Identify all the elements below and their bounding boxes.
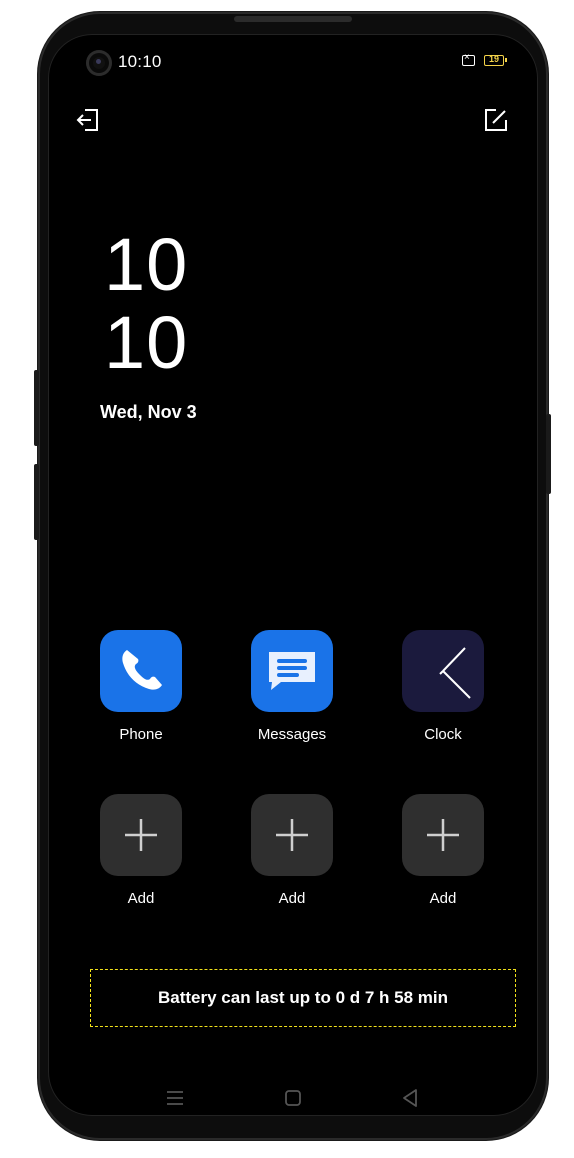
clock-hour: 10 [104, 223, 189, 306]
app-messages[interactable]: Messages [232, 630, 352, 743]
clock-app-tile[interactable] [402, 630, 484, 712]
add-slot-1[interactable]: Add [81, 794, 201, 907]
app-label-messages: Messages [257, 726, 327, 743]
app-phone[interactable]: Phone [81, 630, 201, 743]
plus-icon [427, 819, 459, 851]
battery-estimate: Battery can last up to 0 d 7 h 58 min [90, 969, 516, 1027]
battery-icon: 19 [484, 54, 507, 66]
status-time: 10:10 [118, 52, 162, 71]
messages-app-tile[interactable] [251, 630, 333, 712]
home-button[interactable] [281, 1086, 305, 1110]
edit-button[interactable] [482, 106, 510, 134]
screen: 10:10 19 10 10 Wed, Nov 3 Phone [48, 34, 538, 1116]
plus-icon [276, 819, 308, 851]
status-bar: 10:10 19 [48, 34, 538, 90]
plus-icon [125, 819, 157, 851]
add-slot-2[interactable]: Add [232, 794, 352, 907]
phone-icon [122, 650, 162, 690]
back-triangle-icon [403, 1089, 417, 1107]
add-slot-3[interactable]: Add [383, 794, 503, 907]
recents-button[interactable] [163, 1086, 187, 1110]
add-label-3: Add [429, 890, 457, 907]
phone-app-tile[interactable] [100, 630, 182, 712]
front-camera [86, 50, 112, 76]
menu-icon [167, 1091, 183, 1105]
add-tile-2[interactable] [251, 794, 333, 876]
exit-icon [76, 109, 98, 131]
home-square-icon [285, 1090, 301, 1106]
exit-simple-mode-button[interactable] [74, 106, 102, 134]
power-button [546, 414, 551, 494]
edit-icon [485, 109, 507, 131]
volume-up-button [34, 370, 39, 446]
battery-level: 19 [488, 54, 499, 64]
app-label-clock: Clock [424, 726, 462, 743]
add-label-1: Add [127, 890, 155, 907]
back-button[interactable] [398, 1086, 422, 1110]
date-label: Wed, Nov 3 [100, 402, 197, 422]
add-tile-3[interactable] [402, 794, 484, 876]
add-tile-1[interactable] [100, 794, 182, 876]
messages-icon [269, 652, 315, 690]
clock-icon [439, 647, 471, 699]
earpiece-slot [234, 16, 352, 22]
app-clock[interactable]: Clock [383, 630, 503, 743]
add-label-2: Add [278, 890, 306, 907]
navigation-bar [48, 1078, 538, 1116]
big-clock: 10 10 [104, 226, 188, 382]
clock-minute: 10 [104, 301, 189, 384]
app-label-phone: Phone [119, 726, 163, 743]
no-sim-icon [462, 52, 475, 66]
volume-down-button [34, 464, 39, 540]
